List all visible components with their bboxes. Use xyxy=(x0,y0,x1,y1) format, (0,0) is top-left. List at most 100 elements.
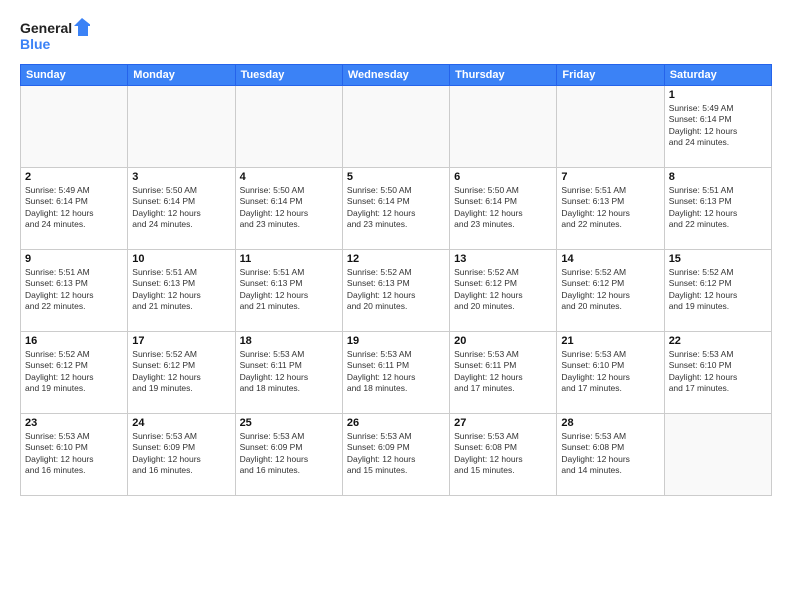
day-number: 17 xyxy=(132,335,230,347)
calendar-cell: 7Sunrise: 5:51 AM Sunset: 6:13 PM Daylig… xyxy=(557,168,664,250)
calendar-cell: 3 Sunrise: 5:50 AM Sunset: 6:14 PM Daylig… xyxy=(128,168,235,250)
day-info: Sunrise: 5:51 AM Sunset: 6:13 PM Dayligh… xyxy=(132,267,230,313)
day-number: 11 xyxy=(240,253,338,265)
calendar-cell: 9 Sunrise: 5:51 AM Sunset: 6:13 PM Daylig… xyxy=(21,250,128,332)
day-number: 12 xyxy=(347,253,445,265)
day-number: 14 xyxy=(561,253,659,265)
calendar-cell: 2 Sunrise: 5:49 AM Sunset: 6:14 PM Daylig… xyxy=(21,168,128,250)
calendar-cell: 23 Sunrise: 5:53 AM Sunset: 6:10 PM Dayli… xyxy=(21,414,128,496)
day-info: Sunrise: 5:52 AM Sunset: 6:13 PM Dayligh… xyxy=(347,267,445,313)
calendar-cell: 1Sunrise: 5:49 AM Sunset: 6:14 PM Daylig… xyxy=(664,86,771,168)
day-number: 4 xyxy=(240,171,338,183)
calendar-cell: 20 Sunrise: 5:53 AM Sunset: 6:11 PM Dayli… xyxy=(450,332,557,414)
day-number: 2 xyxy=(25,171,123,183)
day-info: Sunrise: 5:49 AM Sunset: 6:14 PM Dayligh… xyxy=(25,185,123,231)
day-number: 20 xyxy=(454,335,552,347)
day-info: Sunrise: 5:53 AM Sunset: 6:10 PM Dayligh… xyxy=(669,349,767,395)
day-info: Sunrise: 5:52 AM Sunset: 6:12 PM Dayligh… xyxy=(561,267,659,313)
day-number: 9 xyxy=(25,253,123,265)
calendar-cell: 11 Sunrise: 5:51 AM Sunset: 6:13 PM Dayli… xyxy=(235,250,342,332)
day-info: Sunrise: 5:53 AM Sunset: 6:11 PM Dayligh… xyxy=(347,349,445,395)
calendar-cell xyxy=(557,86,664,168)
day-info: Sunrise: 5:52 AM Sunset: 6:12 PM Dayligh… xyxy=(25,349,123,395)
day-info: Sunrise: 5:53 AM Sunset: 6:10 PM Dayligh… xyxy=(561,349,659,395)
calendar-cell: 10 Sunrise: 5:51 AM Sunset: 6:13 PM Dayli… xyxy=(128,250,235,332)
col-header-tuesday: Tuesday xyxy=(235,65,342,86)
day-number: 24 xyxy=(132,417,230,429)
calendar-cell: 26Sunrise: 5:53 AM Sunset: 6:09 PM Dayli… xyxy=(342,414,449,496)
week-row-4: 23 Sunrise: 5:53 AM Sunset: 6:10 PM Dayli… xyxy=(21,414,772,496)
svg-text:Blue: Blue xyxy=(20,36,51,52)
day-number: 21 xyxy=(561,335,659,347)
calendar-cell: 18 Sunrise: 5:53 AM Sunset: 6:11 PM Dayli… xyxy=(235,332,342,414)
day-info: Sunrise: 5:53 AM Sunset: 6:11 PM Dayligh… xyxy=(240,349,338,395)
week-row-3: 16 Sunrise: 5:52 AM Sunset: 6:12 PM Dayli… xyxy=(21,332,772,414)
day-number: 22 xyxy=(669,335,767,347)
day-info: Sunrise: 5:50 AM Sunset: 6:14 PM Dayligh… xyxy=(240,185,338,231)
col-header-sunday: Sunday xyxy=(21,65,128,86)
day-number: 7 xyxy=(561,171,659,183)
calendar-cell: 4 Sunrise: 5:50 AM Sunset: 6:14 PM Daylig… xyxy=(235,168,342,250)
header-row: SundayMondayTuesdayWednesdayThursdayFrid… xyxy=(21,65,772,86)
calendar-cell: 27 Sunrise: 5:53 AM Sunset: 6:08 PM Dayli… xyxy=(450,414,557,496)
calendar-table: SundayMondayTuesdayWednesdayThursdayFrid… xyxy=(20,64,772,496)
calendar-cell: 5 Sunrise: 5:50 AM Sunset: 6:14 PM Daylig… xyxy=(342,168,449,250)
calendar-cell: 24 Sunrise: 5:53 AM Sunset: 6:09 PM Dayli… xyxy=(128,414,235,496)
calendar-cell: 13 Sunrise: 5:52 AM Sunset: 6:12 PM Dayli… xyxy=(450,250,557,332)
day-info: Sunrise: 5:53 AM Sunset: 6:09 PM Dayligh… xyxy=(132,431,230,477)
day-number: 10 xyxy=(132,253,230,265)
calendar-cell xyxy=(342,86,449,168)
day-number: 5 xyxy=(347,171,445,183)
calendar-cell: 15Sunrise: 5:52 AM Sunset: 6:12 PM Dayli… xyxy=(664,250,771,332)
day-number: 19 xyxy=(347,335,445,347)
day-info: Sunrise: 5:52 AM Sunset: 6:12 PM Dayligh… xyxy=(454,267,552,313)
col-header-monday: Monday xyxy=(128,65,235,86)
day-number: 13 xyxy=(454,253,552,265)
calendar-cell: 28 Sunrise: 5:53 AM Sunset: 6:08 PM Dayli… xyxy=(557,414,664,496)
col-header-saturday: Saturday xyxy=(664,65,771,86)
day-info: Sunrise: 5:53 AM Sunset: 6:10 PM Dayligh… xyxy=(25,431,123,477)
col-header-wednesday: Wednesday xyxy=(342,65,449,86)
day-number: 1 xyxy=(669,89,767,101)
day-number: 25 xyxy=(240,417,338,429)
calendar-cell: 14 Sunrise: 5:52 AM Sunset: 6:12 PM Dayli… xyxy=(557,250,664,332)
calendar-cell xyxy=(128,86,235,168)
day-number: 18 xyxy=(240,335,338,347)
calendar-cell: 19 Sunrise: 5:53 AM Sunset: 6:11 PM Dayli… xyxy=(342,332,449,414)
day-number: 8 xyxy=(669,171,767,183)
day-info: Sunrise: 5:51 AM Sunset: 6:13 PM Dayligh… xyxy=(25,267,123,313)
svg-text:General: General xyxy=(20,20,72,36)
calendar-cell xyxy=(21,86,128,168)
day-info: Sunrise: 5:50 AM Sunset: 6:14 PM Dayligh… xyxy=(347,185,445,231)
day-info: Sunrise: 5:50 AM Sunset: 6:14 PM Dayligh… xyxy=(132,185,230,231)
day-number: 16 xyxy=(25,335,123,347)
calendar-cell: 6Sunrise: 5:50 AM Sunset: 6:14 PM Daylig… xyxy=(450,168,557,250)
col-header-friday: Friday xyxy=(557,65,664,86)
day-info: Sunrise: 5:52 AM Sunset: 6:12 PM Dayligh… xyxy=(132,349,230,395)
calendar-cell xyxy=(235,86,342,168)
day-number: 23 xyxy=(25,417,123,429)
day-info: Sunrise: 5:51 AM Sunset: 6:13 PM Dayligh… xyxy=(240,267,338,313)
calendar-cell: 17 Sunrise: 5:52 AM Sunset: 6:12 PM Dayli… xyxy=(128,332,235,414)
day-number: 28 xyxy=(561,417,659,429)
day-info: Sunrise: 5:53 AM Sunset: 6:08 PM Dayligh… xyxy=(561,431,659,477)
day-info: Sunrise: 5:51 AM Sunset: 6:13 PM Dayligh… xyxy=(669,185,767,231)
day-info: Sunrise: 5:53 AM Sunset: 6:08 PM Dayligh… xyxy=(454,431,552,477)
logo-svg: General Blue xyxy=(20,16,90,56)
week-row-2: 9 Sunrise: 5:51 AM Sunset: 6:13 PM Daylig… xyxy=(21,250,772,332)
day-info: Sunrise: 5:53 AM Sunset: 6:11 PM Dayligh… xyxy=(454,349,552,395)
day-info: Sunrise: 5:50 AM Sunset: 6:14 PM Dayligh… xyxy=(454,185,552,231)
calendar-cell: 12 Sunrise: 5:52 AM Sunset: 6:13 PM Dayli… xyxy=(342,250,449,332)
header: General Blue xyxy=(20,16,772,56)
day-number: 3 xyxy=(132,171,230,183)
calendar-cell: 22 Sunrise: 5:53 AM Sunset: 6:10 PM Dayli… xyxy=(664,332,771,414)
calendar-cell: 21 Sunrise: 5:53 AM Sunset: 6:10 PM Dayli… xyxy=(557,332,664,414)
day-number: 15 xyxy=(669,253,767,265)
day-number: 27 xyxy=(454,417,552,429)
week-row-0: 1Sunrise: 5:49 AM Sunset: 6:14 PM Daylig… xyxy=(21,86,772,168)
week-row-1: 2 Sunrise: 5:49 AM Sunset: 6:14 PM Daylig… xyxy=(21,168,772,250)
calendar-cell: 8 Sunrise: 5:51 AM Sunset: 6:13 PM Daylig… xyxy=(664,168,771,250)
day-info: Sunrise: 5:53 AM Sunset: 6:09 PM Dayligh… xyxy=(240,431,338,477)
day-number: 26 xyxy=(347,417,445,429)
calendar-cell xyxy=(664,414,771,496)
